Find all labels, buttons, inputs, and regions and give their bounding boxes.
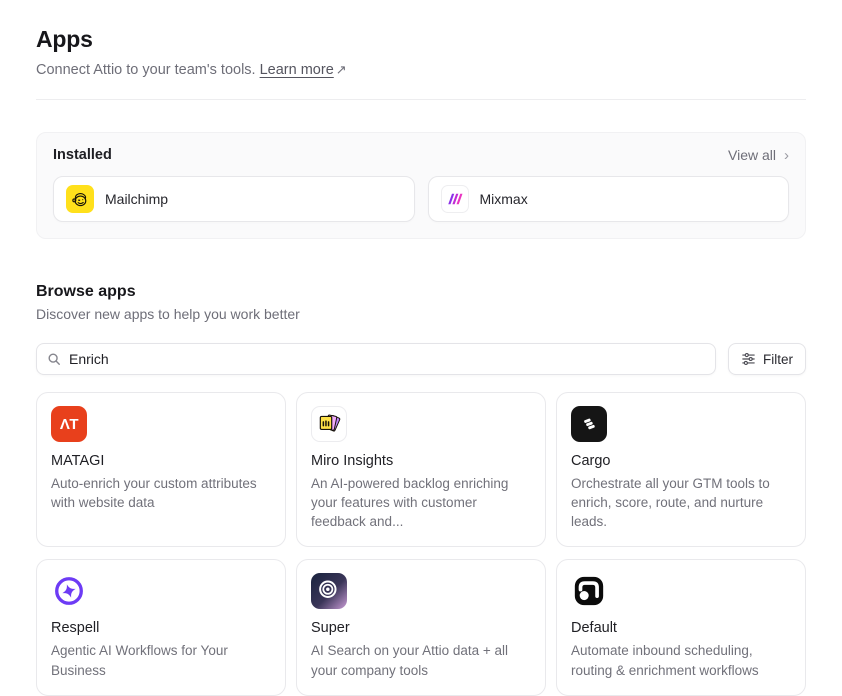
app-card-title: Super [311, 620, 531, 636]
installed-card-mixmax[interactable]: Mixmax [428, 176, 790, 222]
installed-card-mailchimp[interactable]: Mailchimp [53, 176, 415, 222]
page-subtitle: Connect Attio to your team's tools. Lear… [36, 62, 806, 78]
installed-title: Installed [53, 147, 112, 163]
miro-insights-icon [311, 406, 347, 442]
learn-more-link[interactable]: Learn more [260, 62, 334, 78]
installed-header: Installed View all › [53, 147, 789, 163]
app-card-respell[interactable]: Respell Agentic AI Workflows for Your Bu… [36, 559, 286, 695]
cargo-icon [571, 406, 607, 442]
filter-label: Filter [763, 352, 793, 367]
installed-app-name: Mixmax [480, 191, 528, 207]
view-all-label: View all [728, 147, 776, 163]
app-card-description: Orchestrate all your GTM tools to enrich… [571, 474, 791, 531]
installed-app-name: Mailchimp [105, 191, 168, 207]
chevron-right-icon: › [784, 148, 789, 163]
apps-grid: ΛT MATAGI Auto-enrich your custom attrib… [36, 392, 806, 696]
header-divider [36, 99, 806, 100]
filter-sliders-icon [741, 352, 756, 366]
search-icon [47, 352, 61, 366]
browse-apps-title: Browse apps [36, 283, 806, 301]
app-card-description: An AI-powered backlog enriching your fea… [311, 474, 531, 531]
app-card-miro-insights[interactable]: Miro Insights An AI-powered backlog enri… [296, 392, 546, 547]
app-card-title: Cargo [571, 453, 791, 469]
app-card-default[interactable]: Default Automate inbound scheduling, rou… [556, 559, 806, 695]
default-icon [571, 573, 607, 609]
super-icon [311, 573, 347, 609]
search-box [36, 343, 716, 375]
page-title: Apps [36, 26, 806, 53]
app-card-description: Agentic AI Workflows for Your Business [51, 641, 271, 679]
external-link-arrow-icon: ↗ [336, 62, 347, 78]
search-input[interactable] [69, 351, 705, 367]
app-card-title: Miro Insights [311, 453, 531, 469]
subtitle-text: Connect Attio to your team's tools. [36, 62, 256, 78]
search-row: Filter [36, 343, 806, 375]
app-card-cargo[interactable]: Cargo Orchestrate all your GTM tools to … [556, 392, 806, 547]
app-card-super[interactable]: Super AI Search on your Attio data + all… [296, 559, 546, 695]
mixmax-icon [441, 185, 469, 213]
view-all-button[interactable]: View all › [728, 147, 789, 163]
app-card-title: MATAGI [51, 453, 271, 469]
app-card-description: Automate inbound scheduling, routing & e… [571, 641, 791, 679]
respell-icon [51, 573, 87, 609]
app-card-description: Auto-enrich your custom attributes with … [51, 474, 271, 512]
filter-button[interactable]: Filter [728, 343, 806, 375]
apps-page: Apps Connect Attio to your team's tools.… [0, 0, 842, 696]
matagi-glyph: ΛT [60, 416, 78, 433]
matagi-icon: ΛT [51, 406, 87, 442]
browse-apps-subtitle: Discover new apps to help you work bette… [36, 306, 806, 322]
app-card-matagi[interactable]: ΛT MATAGI Auto-enrich your custom attrib… [36, 392, 286, 547]
app-card-title: Default [571, 620, 791, 636]
installed-panel: Installed View all › Mailc [36, 132, 806, 239]
mailchimp-icon [66, 185, 94, 213]
app-card-title: Respell [51, 620, 271, 636]
installed-cards: Mailchimp Mixmax [53, 176, 789, 222]
app-card-description: AI Search on your Attio data + all your … [311, 641, 531, 679]
